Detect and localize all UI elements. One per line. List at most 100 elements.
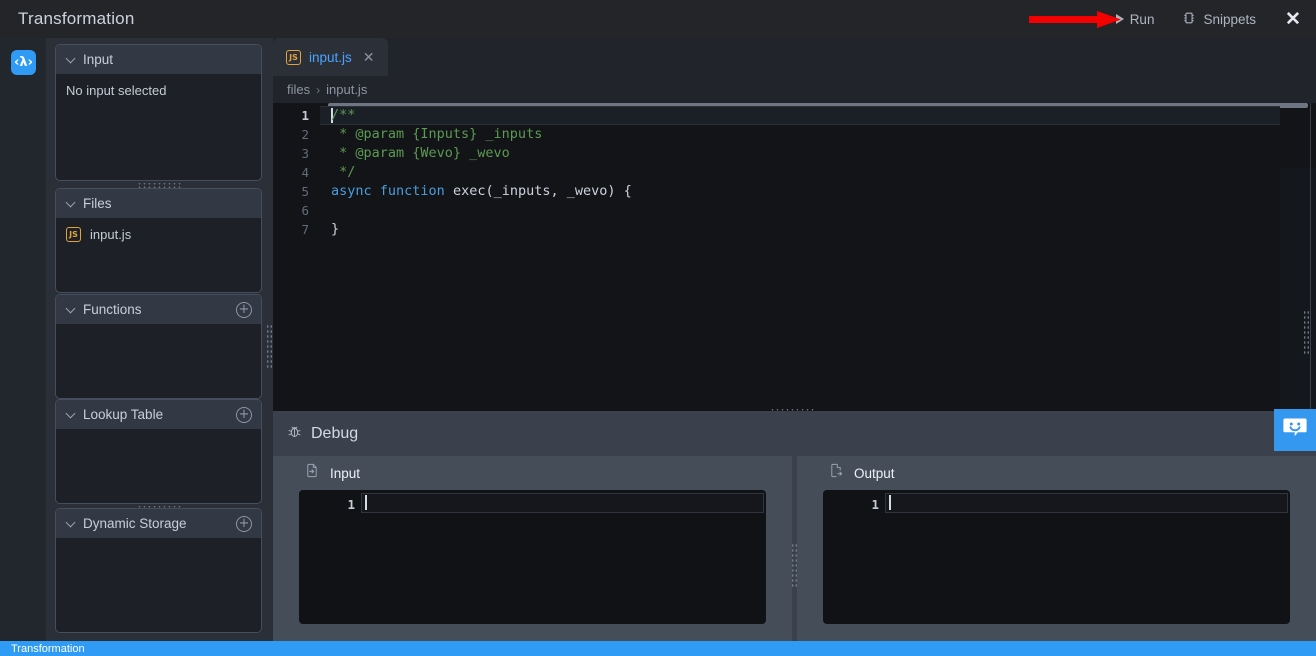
snippets-button[interactable]: Snippets — [1168, 0, 1270, 38]
chevron-down-icon[interactable] — [66, 409, 77, 420]
snippets-button-label: Snippets — [1203, 12, 1256, 27]
lambda-code-icon[interactable]: ‹λ› — [11, 50, 36, 75]
chevron-down-icon[interactable] — [66, 198, 77, 209]
line-number: 7 — [301, 222, 309, 237]
chevron-down-icon[interactable] — [66, 518, 77, 529]
panel-body-files: JS input.js — [56, 218, 261, 251]
text-caret — [889, 495, 891, 510]
line-number: 2 — [301, 127, 309, 142]
panel-title-files: Files — [83, 196, 112, 211]
line-number: 1 — [299, 497, 355, 512]
line-number-gutter: 1 2 3 4 5 6 7 — [273, 103, 320, 411]
panel-header-dynamic-storage[interactable]: Dynamic Storage + — [56, 509, 261, 538]
code-token-signature: exec(_inputs, _wevo) { — [445, 183, 632, 199]
sidebar-panel-dynamic-storage: Dynamic Storage + — [55, 508, 262, 633]
code-surface[interactable]: 1 2 3 4 5 6 7 /** * @param {Inputs} _inp… — [273, 103, 1316, 411]
debug-body: Input 1 — [273, 456, 1316, 641]
sidebar: Input No input selected Files JS input.j… — [46, 38, 271, 641]
panel-body-input: No input selected — [56, 74, 261, 107]
sidebar-panel-functions: Functions + — [55, 294, 262, 399]
line-number: 5 — [301, 184, 309, 199]
run-button-label: Run — [1130, 12, 1155, 27]
close-icon[interactable]: ✕ — [363, 49, 375, 66]
export-file-icon — [829, 463, 843, 483]
debug-input-editor[interactable]: 1 — [299, 490, 766, 624]
code-line: * @param {Inputs} _inputs — [331, 126, 542, 142]
debug-input-header: Input — [273, 456, 792, 490]
add-dynamic-storage-button[interactable]: + — [236, 516, 252, 532]
chat-widget-button[interactable] — [1274, 409, 1316, 451]
panel-title-functions: Functions — [83, 302, 142, 317]
window-title: Transformation — [18, 9, 135, 29]
breadcrumb-root[interactable]: files — [287, 82, 310, 97]
line-number: 3 — [301, 146, 309, 161]
sidebar-panel-lookup-table: Lookup Table + — [55, 399, 262, 504]
panel-body-dynamic-storage — [56, 538, 261, 556]
list-item-file[interactable]: JS input.js — [66, 227, 251, 242]
breadcrumb-leaf[interactable]: input.js — [326, 82, 367, 97]
debug-output-pane: Output 1 — [797, 456, 1316, 641]
debug-title: Debug — [311, 425, 358, 443]
panel-header-files[interactable]: Files — [56, 189, 261, 218]
panel-body-lookup-table — [56, 429, 261, 447]
code-token-async: async — [331, 183, 372, 199]
debug-input-title: Input — [330, 466, 360, 481]
run-button[interactable]: Run — [1101, 0, 1169, 38]
bug-icon — [287, 424, 302, 444]
code-line: async function exec(_inputs, _wevo) { — [331, 183, 632, 199]
sidebar-panel-files: Files JS input.js — [55, 188, 262, 293]
code-token-function: function — [380, 183, 445, 199]
chip-icon — [1182, 11, 1196, 28]
chevron-down-icon[interactable] — [66, 304, 77, 315]
line-number: 6 — [301, 203, 309, 218]
code-line: } — [331, 221, 339, 237]
line-number: 1 — [823, 497, 879, 512]
status-bar: Transformation — [0, 641, 1316, 656]
debug-output-header: Output — [797, 456, 1316, 490]
text-caret — [365, 495, 367, 510]
active-line-highlight — [885, 493, 1288, 513]
code-token-space — [372, 183, 380, 199]
sidebar-panel-input: Input No input selected — [55, 44, 262, 181]
debug-output-title: Output — [854, 466, 895, 481]
panel-header-input[interactable]: Input — [56, 45, 261, 74]
code-line: */ — [331, 164, 355, 180]
debug-header: Debug — [273, 411, 1316, 456]
status-bar-text: Transformation — [11, 643, 85, 655]
close-icon: ✕ — [1285, 8, 1301, 31]
code-line: /** — [331, 107, 355, 123]
file-label: input.js — [90, 227, 131, 242]
tab-label: input.js — [309, 50, 352, 65]
chat-smiley-icon — [1282, 416, 1308, 445]
panel-header-functions[interactable]: Functions + — [56, 295, 261, 324]
panel-body-functions — [56, 324, 261, 342]
transformation-window: Transformation Run Snippets — [0, 0, 1316, 656]
js-file-icon: JS — [66, 227, 81, 242]
add-function-button[interactable]: + — [236, 302, 252, 318]
chevron-right-icon: › — [316, 83, 320, 97]
panel-title-lookup-table: Lookup Table — [83, 407, 163, 422]
editor-tab-bar: JS input.js ✕ — [273, 38, 1316, 76]
close-button[interactable]: ✕ — [1270, 0, 1316, 38]
sidebar-editor-splitter[interactable] — [266, 324, 273, 368]
import-file-icon — [305, 463, 319, 483]
chevron-down-icon[interactable] — [66, 54, 77, 65]
panel-header-lookup-table[interactable]: Lookup Table + — [56, 400, 261, 429]
code-line: * @param {Wevo} _wevo — [331, 145, 510, 161]
play-triangle-icon — [1116, 14, 1124, 24]
line-number: 4 — [301, 165, 309, 180]
editor-right-splitter[interactable] — [1303, 310, 1310, 354]
line-number: 1 — [301, 108, 309, 123]
active-line-highlight — [361, 493, 764, 513]
title-bar-actions: Run Snippets ✕ — [1101, 0, 1316, 38]
debug-panel: Debug Input 1 — [273, 411, 1316, 641]
tab-input-js[interactable]: JS input.js ✕ — [273, 38, 388, 76]
add-lookup-table-button[interactable]: + — [236, 407, 252, 423]
js-file-icon: JS — [286, 50, 301, 65]
code-text[interactable]: /** * @param {Inputs} _inputs * @param {… — [320, 103, 1316, 411]
panel-title-input: Input — [83, 52, 113, 67]
no-input-selected-text: No input selected — [66, 83, 166, 98]
title-bar: Transformation Run Snippets — [0, 0, 1316, 38]
debug-output-editor[interactable]: 1 — [823, 490, 1290, 624]
debug-input-pane: Input 1 — [273, 456, 792, 641]
